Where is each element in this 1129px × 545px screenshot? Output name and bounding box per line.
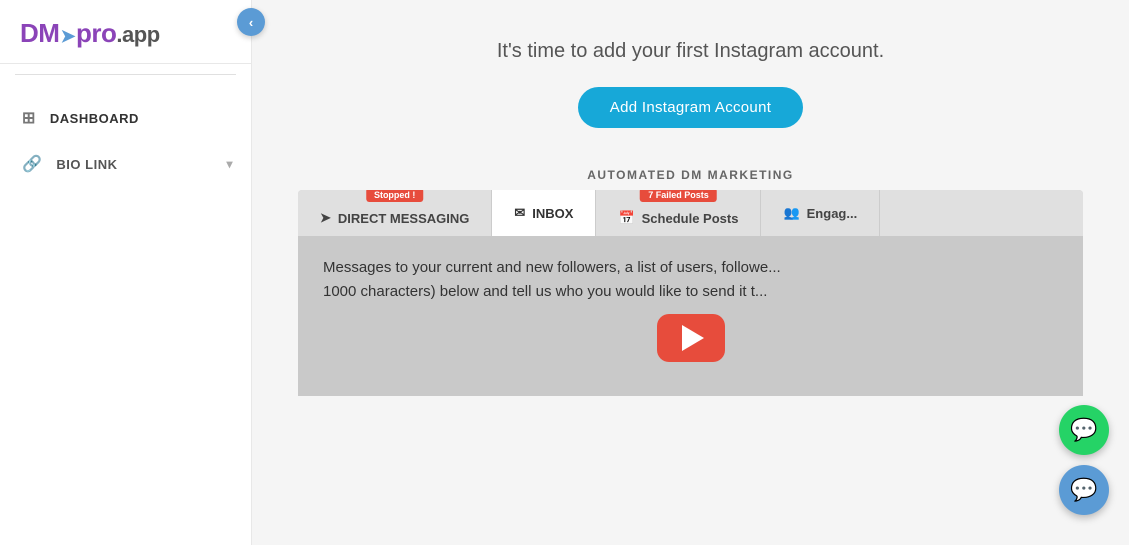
preview-card: Stopped ! ➤ DIRECT MESSAGING ✉ INBOX 7 F… [298, 190, 1083, 396]
logo-pro: pro [76, 18, 116, 48]
logo-dm: DM [20, 18, 59, 48]
play-triangle-icon [682, 325, 704, 351]
preview-text: Messages to your current and new followe… [323, 256, 1003, 304]
chevron-down-icon: ▾ [226, 157, 233, 171]
sidebar-divider [15, 74, 236, 75]
direct-messaging-icon: ➤ [320, 210, 331, 226]
sidebar-nav: ⊞ DASHBOARD 🔗 BIO LINK ▾ [0, 85, 251, 545]
sidebar-item-dashboard-label: DASHBOARD [50, 111, 139, 126]
main-content: It's time to add your first Instagram ac… [252, 0, 1129, 545]
tab-schedule-posts-label: Schedule Posts [642, 211, 739, 226]
play-button[interactable] [657, 314, 725, 362]
dm-marketing-section: AUTOMATED DM MARKETING Stopped ! ➤ DIREC… [252, 158, 1129, 396]
preview-line-2: 1000 characters) below and tell us who y… [323, 283, 767, 300]
stopped-badge: Stopped ! [366, 190, 424, 202]
whatsapp-button[interactable]: 💬 [1059, 405, 1109, 455]
engage-icon: 👥 [783, 205, 799, 221]
video-overlay [323, 314, 1058, 372]
brand-logo: DM➤pro.app [20, 18, 160, 49]
tab-inbox[interactable]: ✉ INBOX [492, 190, 596, 236]
collapse-button[interactable]: ‹ [237, 8, 265, 36]
preview-line-1: Messages to your current and new followe… [323, 259, 781, 276]
top-section: It's time to add your first Instagram ac… [252, 0, 1129, 158]
sidebar-item-dashboard[interactable]: ⊞ DASHBOARD [0, 95, 251, 141]
inbox-icon: ✉ [514, 205, 525, 221]
logo-dot-app: .app [116, 22, 159, 47]
tab-bar: Stopped ! ➤ DIRECT MESSAGING ✉ INBOX 7 F… [298, 190, 1083, 236]
sidebar-item-bio-link-label: BIO LINK [56, 157, 117, 172]
tab-engage-label: Engag... [807, 206, 858, 221]
tab-schedule-posts[interactable]: 7 Failed Posts 📅 Schedule Posts [596, 190, 761, 236]
floating-buttons: 💬 💬 [1059, 405, 1109, 515]
sidebar: ‹ DM➤pro.app ⊞ DASHBOARD 🔗 BIO LINK ▾ [0, 0, 252, 545]
add-instagram-account-button[interactable]: Add Instagram Account [578, 87, 803, 128]
logo-area: DM➤pro.app [0, 0, 251, 64]
headline-text: It's time to add your first Instagram ac… [497, 40, 884, 63]
whatsapp-icon: 💬 [1070, 417, 1097, 443]
logo-arrow-icon: ➤ [60, 26, 75, 46]
schedule-posts-icon: 📅 [618, 210, 634, 226]
chat-icon: 💬 [1070, 477, 1097, 503]
tab-direct-messaging[interactable]: Stopped ! ➤ DIRECT MESSAGING [298, 190, 492, 236]
tab-inbox-label: INBOX [532, 206, 573, 221]
bio-link-icon: 🔗 [22, 154, 42, 174]
tab-direct-messaging-label: DIRECT MESSAGING [338, 211, 469, 226]
sidebar-item-bio-link[interactable]: 🔗 BIO LINK ▾ [0, 141, 251, 187]
preview-body: Messages to your current and new followe… [298, 236, 1083, 396]
chat-button[interactable]: 💬 [1059, 465, 1109, 515]
dashboard-icon: ⊞ [22, 108, 36, 128]
dm-section-label: AUTOMATED DM MARKETING [587, 168, 794, 182]
failed-posts-badge: 7 Failed Posts [640, 190, 717, 202]
collapse-icon: ‹ [249, 15, 253, 30]
tab-engage[interactable]: 👥 Engag... [761, 190, 880, 236]
